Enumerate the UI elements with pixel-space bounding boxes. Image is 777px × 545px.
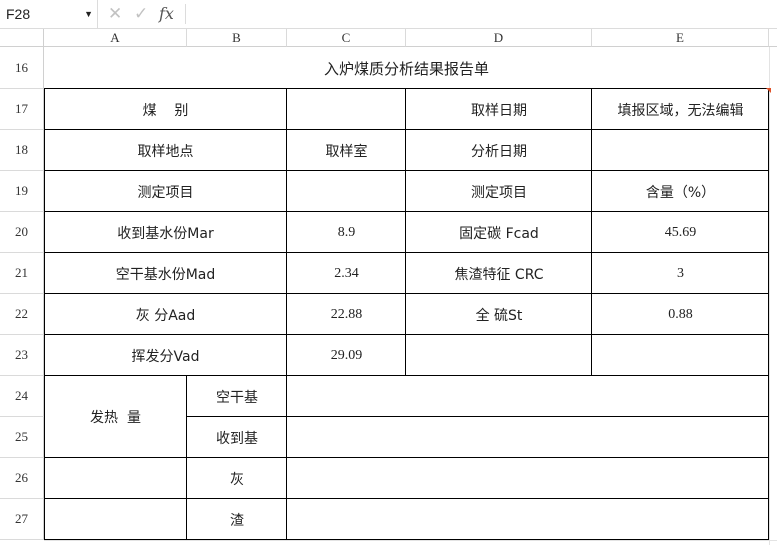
cancel-icon[interactable]: ✕: [108, 0, 122, 28]
column-header-f[interactable]: [769, 29, 777, 47]
slag-label[interactable]: 渣: [187, 499, 287, 540]
column-header-a[interactable]: A: [44, 29, 187, 47]
vad-value[interactable]: 29.09: [287, 335, 406, 376]
table-border: [44, 375, 769, 376]
st-value[interactable]: 0.88: [592, 294, 769, 335]
aad-value[interactable]: 22.88: [287, 294, 406, 335]
table-border: [44, 129, 769, 130]
formula-bar: F28 ▼ ✕ ✓ fx: [0, 0, 777, 29]
empty-cell-a27[interactable]: [44, 499, 187, 540]
gridline: [44, 540, 777, 541]
coal-type-label[interactable]: 煤 别: [44, 89, 287, 130]
table-border: [286, 375, 287, 540]
slag-value-cell[interactable]: [287, 499, 769, 540]
air-dry-value-cell[interactable]: [287, 376, 769, 417]
row-header-18[interactable]: 18: [0, 130, 44, 171]
fcad-label[interactable]: 固定碳 Fcad: [406, 212, 592, 253]
air-dry-label[interactable]: 空干基: [187, 376, 287, 417]
row-header-20[interactable]: 20: [0, 212, 44, 253]
table-border: [591, 88, 592, 376]
fx-icon[interactable]: fx: [159, 0, 174, 28]
as-received-label[interactable]: 收到基: [187, 417, 287, 458]
select-all-corner[interactable]: [0, 29, 44, 47]
table-border: [44, 334, 769, 335]
row-header-16[interactable]: 16: [0, 47, 44, 89]
st-label[interactable]: 全 硫St: [406, 294, 592, 335]
row-header-19[interactable]: 19: [0, 171, 44, 212]
table-border: [187, 416, 769, 417]
table-border: [44, 293, 769, 294]
empty-cell-a26[interactable]: [44, 458, 187, 499]
row-header-24[interactable]: 24: [0, 376, 44, 417]
row-header-27[interactable]: 27: [0, 499, 44, 540]
sampling-location-label[interactable]: 取样地点: [44, 130, 287, 171]
row-header-25[interactable]: 25: [0, 417, 44, 458]
row-header-22[interactable]: 22: [0, 294, 44, 335]
table-border: [44, 457, 769, 458]
comment-marker-icon: [766, 88, 771, 93]
table-border: [44, 170, 769, 171]
column-header-c[interactable]: C: [287, 29, 406, 47]
column-header-e[interactable]: E: [592, 29, 769, 47]
report-title[interactable]: 入炉煤质分析结果报告单: [44, 47, 769, 89]
ash-label[interactable]: 灰: [187, 458, 287, 499]
calorific-label[interactable]: 发热 量: [44, 376, 187, 458]
name-box-value: F28: [6, 6, 31, 22]
table-border: [44, 211, 769, 212]
mar-value[interactable]: 8.9: [287, 212, 406, 253]
table-border: [44, 88, 769, 89]
table-border: [44, 88, 45, 540]
row-header-21[interactable]: 21: [0, 253, 44, 294]
chevron-down-icon[interactable]: ▼: [84, 0, 93, 28]
test-item-label-left[interactable]: 测定项目: [44, 171, 287, 212]
test-item-label-right[interactable]: 测定项目: [406, 171, 592, 212]
as-received-value-cell[interactable]: [287, 417, 769, 458]
table-border: [44, 252, 769, 253]
sampling-location-value[interactable]: 取样室: [287, 130, 406, 171]
table-border: [186, 375, 187, 540]
mad-label[interactable]: 空干基水份Mad: [44, 253, 287, 294]
ash-value-cell[interactable]: [287, 458, 769, 499]
confirm-icon[interactable]: ✓: [134, 0, 148, 28]
coal-type-value-cell[interactable]: [287, 89, 406, 130]
analysis-date-label[interactable]: 分析日期: [406, 130, 592, 171]
crc-label[interactable]: 焦渣特征 CRC: [406, 253, 592, 294]
crc-value[interactable]: 3: [592, 253, 769, 294]
test-item-value-cell[interactable]: [287, 171, 406, 212]
mad-value[interactable]: 2.34: [287, 253, 406, 294]
row-header-26[interactable]: 26: [0, 458, 44, 499]
row-header-23[interactable]: 23: [0, 335, 44, 376]
column-header-b[interactable]: B: [187, 29, 287, 47]
sampling-date-label[interactable]: 取样日期: [406, 89, 592, 130]
table-border: [44, 498, 769, 499]
vad-label[interactable]: 挥发分Vad: [44, 335, 287, 376]
table-border: [44, 539, 769, 540]
table-border: [768, 88, 769, 540]
row-header-17[interactable]: 17: [0, 89, 44, 130]
analysis-date-value-cell[interactable]: [592, 130, 769, 171]
empty-cell-e23[interactable]: [592, 335, 769, 376]
empty-cell-d23[interactable]: [406, 335, 592, 376]
table-border: [286, 88, 287, 376]
fcad-value[interactable]: 45.69: [592, 212, 769, 253]
formula-separator: [185, 4, 186, 24]
aad-label[interactable]: 灰 分Aad: [44, 294, 287, 335]
sampling-date-value[interactable]: 填报区域，无法编辑: [592, 89, 769, 130]
table-border: [405, 88, 406, 376]
column-header-d[interactable]: D: [406, 29, 592, 47]
gridline: [769, 47, 770, 545]
content-label[interactable]: 含量（%）: [592, 171, 769, 212]
name-box[interactable]: F28 ▼: [0, 0, 98, 28]
mar-label[interactable]: 收到基水份Mar: [44, 212, 287, 253]
